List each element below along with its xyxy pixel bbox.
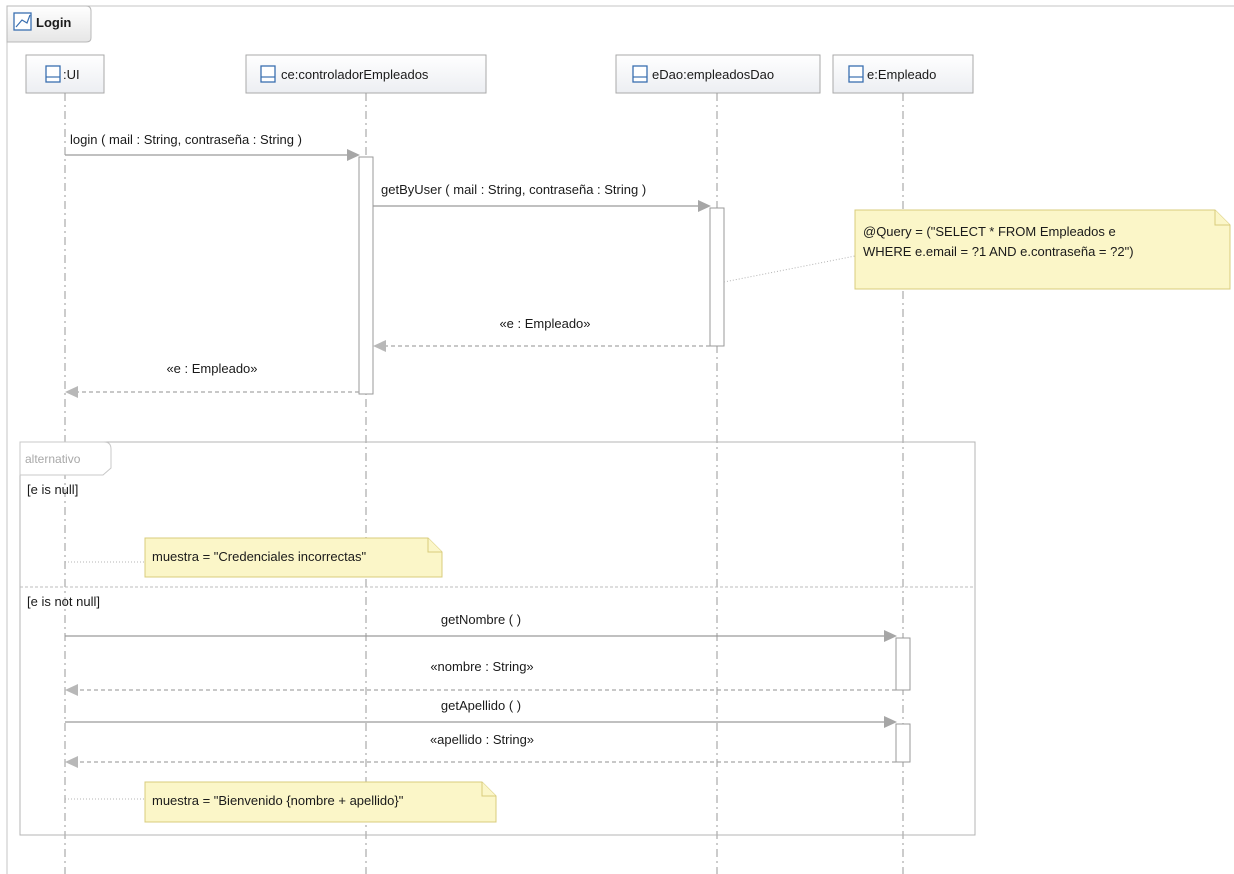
lifeline-label: ce:controladorEmpleados bbox=[281, 67, 429, 82]
message-label: getApellido ( ) bbox=[441, 698, 521, 713]
lifeline-icon bbox=[848, 65, 864, 83]
note-incorrect-credentials[interactable]: muestra = "Credenciales incorrectas" bbox=[65, 537, 443, 578]
note-anchor bbox=[723, 255, 856, 283]
diagram-title: Login bbox=[36, 15, 71, 30]
note-welcome[interactable]: muestra = "Bienvenido {nombre + apellido… bbox=[65, 781, 497, 823]
message-get-nombre[interactable]: getNombre ( ) bbox=[65, 612, 897, 642]
lifeline-label: :UI bbox=[63, 67, 80, 82]
message-label: «nombre : String» bbox=[430, 659, 533, 674]
lifeline-label: eDao:empleadosDao bbox=[652, 67, 774, 82]
message-label: «apellido : String» bbox=[430, 732, 534, 747]
activation-bar-empleado-2[interactable] bbox=[895, 723, 911, 763]
note-line: muestra = "Credenciales incorrectas" bbox=[152, 549, 366, 564]
lifeline-ui[interactable]: :UI bbox=[25, 54, 105, 94]
return-message-controlador[interactable]: «e : Empleado» bbox=[65, 361, 359, 398]
fragment-keyword: alternativo bbox=[25, 452, 81, 466]
lifeline-empleado[interactable]: e:Empleado bbox=[832, 54, 974, 94]
fragment-guard: [e is null] bbox=[27, 482, 78, 497]
message-label: «e : Empleado» bbox=[499, 316, 590, 331]
message-get-by-user[interactable]: getByUser ( mail : String, contraseña : … bbox=[373, 182, 711, 212]
activation-bar-dao[interactable] bbox=[709, 207, 725, 347]
message-login[interactable]: login ( mail : String, contraseña : Stri… bbox=[65, 132, 360, 161]
message-label: login ( mail : String, contraseña : Stri… bbox=[70, 132, 302, 147]
return-message-apellido[interactable]: «apellido : String» bbox=[65, 732, 896, 768]
note-line: @Query = ("SELECT * FROM Empleados e bbox=[863, 224, 1116, 239]
lifeline-icon bbox=[260, 65, 276, 83]
diagram-title-tab[interactable]: Login bbox=[6, 5, 92, 43]
note-query[interactable]: @Query = ("SELECT * FROM Empleados e WHE… bbox=[723, 209, 1231, 290]
lifeline-icon bbox=[45, 65, 61, 83]
message-label: getByUser ( mail : String, contraseña : … bbox=[381, 182, 646, 197]
note-line: WHERE e.email = ?1 AND e.contraseña = ?2… bbox=[863, 244, 1134, 259]
activation-bar-controlador[interactable] bbox=[358, 156, 374, 395]
message-label: getNombre ( ) bbox=[441, 612, 521, 627]
message-get-apellido[interactable]: getApellido ( ) bbox=[65, 698, 897, 728]
lifeline-controlador[interactable]: ce:controladorEmpleados bbox=[245, 54, 487, 94]
sequence-diagram: Login :UI ce:controladorEmpleados eDao:e… bbox=[6, 5, 1234, 874]
return-message-dao[interactable]: «e : Empleado» bbox=[373, 316, 710, 352]
return-message-nombre[interactable]: «nombre : String» bbox=[65, 659, 896, 696]
activation-bar-empleado-1[interactable] bbox=[895, 637, 911, 691]
sequence-diagram-icon bbox=[13, 12, 32, 31]
lifeline-icon bbox=[632, 65, 648, 83]
message-label: «e : Empleado» bbox=[166, 361, 257, 376]
alt-fragment[interactable]: alternativo [e is null] [e is not null] bbox=[19, 441, 976, 836]
lifeline-label: e:Empleado bbox=[867, 67, 936, 82]
lifeline-empleados-dao[interactable]: eDao:empleadosDao bbox=[615, 54, 821, 94]
fragment-guard: [e is not null] bbox=[27, 594, 100, 609]
note-line: muestra = "Bienvenido {nombre + apellido… bbox=[152, 793, 404, 808]
